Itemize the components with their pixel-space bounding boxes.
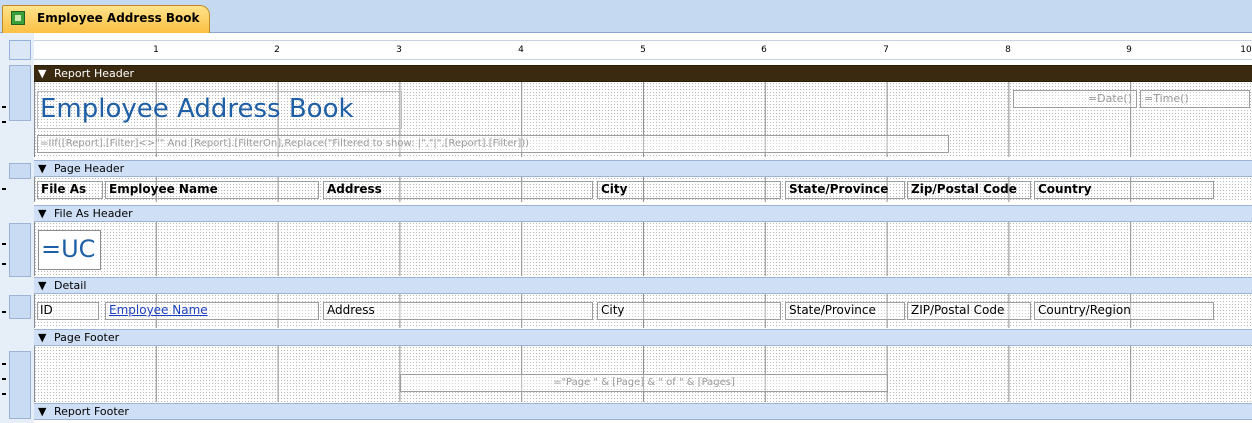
vertical-ruler-tick	[2, 243, 6, 245]
ruler-mark: 7	[883, 45, 889, 55]
vertical-ruler-tick	[2, 188, 6, 190]
section-label: Report Header	[54, 67, 135, 80]
state-province-textbox[interactable]: State/Province	[785, 302, 905, 320]
page-number-textbox[interactable]: ="Page " & [Page] & " of " & [Pages]	[400, 374, 888, 392]
ruler-mark: 2	[274, 45, 280, 55]
tab-title: Employee Address Book	[37, 11, 200, 25]
label-city[interactable]: City	[597, 181, 781, 199]
zip-postal-code-textbox[interactable]: ZIP/Postal Code	[907, 302, 1031, 320]
page-header-selector[interactable]	[9, 163, 31, 179]
section-bar-page-footer[interactable]: ▼ Page Footer	[34, 329, 1252, 346]
report-title-label[interactable]: Employee Address Book	[37, 91, 402, 129]
label-address[interactable]: Address	[323, 181, 593, 199]
city-textbox[interactable]: City	[597, 302, 781, 320]
horizontal-ruler: 1 2 3 4 5 6 7 8 9 10	[34, 40, 1252, 60]
id-textbox[interactable]: ID	[37, 302, 99, 320]
label-country[interactable]: Country	[1034, 181, 1214, 199]
vertical-ruler-tick	[2, 393, 6, 395]
employee-name-textbox[interactable]: Employee Name	[105, 302, 319, 320]
section-arrow-icon: ▼	[38, 67, 47, 80]
section-label: Report Footer	[54, 405, 129, 418]
section-label: Page Header	[54, 162, 125, 175]
file-as-header-selector[interactable]	[9, 223, 31, 277]
ruler-mark: 1	[153, 45, 159, 55]
section-arrow-icon: ▼	[38, 279, 47, 292]
section-arrow-icon: ▼	[38, 331, 47, 344]
label-file-as[interactable]: File As	[37, 181, 103, 199]
section-bar-report-footer[interactable]: ▼ Report Footer	[34, 403, 1252, 420]
label-zip-postal-code[interactable]: Zip/Postal Code	[907, 181, 1031, 199]
date-textbox[interactable]: =Date()	[1013, 90, 1137, 108]
section-arrow-icon: ▼	[38, 405, 47, 418]
vertical-ruler-tick	[2, 311, 6, 313]
ruler-mark: 3	[396, 45, 402, 55]
vertical-ruler-tick	[2, 363, 6, 365]
detail-selector[interactable]	[9, 295, 31, 319]
file-as-header-grid	[34, 222, 1252, 276]
section-bar-report-header[interactable]: ▼ Report Header	[34, 65, 1252, 82]
address-textbox[interactable]: Address	[323, 302, 593, 320]
vertical-ruler-tick	[2, 106, 6, 108]
report-selector-box[interactable]	[9, 40, 31, 60]
tab-employee-address-book[interactable]: Employee Address Book	[2, 5, 210, 33]
section-label: File As Header	[54, 207, 133, 220]
vertical-ruler-tick	[2, 263, 6, 265]
ruler-mark: 8	[1005, 45, 1011, 55]
report-icon	[11, 11, 25, 25]
vertical-ruler-tick	[2, 121, 6, 123]
page-footer-selector[interactable]	[9, 351, 31, 419]
ruler-mark: 10	[1240, 45, 1252, 55]
document-tab-strip: Employee Address Book	[0, 0, 1252, 33]
section-label: Page Footer	[54, 331, 120, 344]
vertical-ruler-tick	[2, 378, 6, 380]
section-selector-column	[0, 33, 34, 423]
section-bar-detail[interactable]: ▼ Detail	[34, 277, 1252, 294]
filter-textbox[interactable]: =IIf([Report].[Filter]<>"" And [Report].…	[37, 135, 949, 153]
label-state-province[interactable]: State/Province	[785, 181, 905, 199]
section-arrow-icon: ▼	[38, 162, 47, 175]
ruler-mark: 9	[1126, 45, 1132, 55]
time-textbox[interactable]: =Time()	[1140, 90, 1250, 108]
section-bar-page-header[interactable]: ▼ Page Header	[34, 160, 1252, 177]
section-label: Detail	[54, 279, 87, 292]
ruler-mark: 5	[640, 45, 646, 55]
label-employee-name[interactable]: Employee Name	[105, 181, 319, 199]
country-region-textbox[interactable]: Country/Region	[1034, 302, 1214, 320]
file-as-group-textbox[interactable]: =UC	[38, 230, 101, 270]
section-bar-file-as-header[interactable]: ▼ File As Header	[34, 205, 1252, 222]
section-arrow-icon: ▼	[38, 207, 47, 220]
ruler-mark: 6	[761, 45, 767, 55]
ruler-mark: 4	[518, 45, 524, 55]
report-header-selector[interactable]	[9, 65, 31, 121]
